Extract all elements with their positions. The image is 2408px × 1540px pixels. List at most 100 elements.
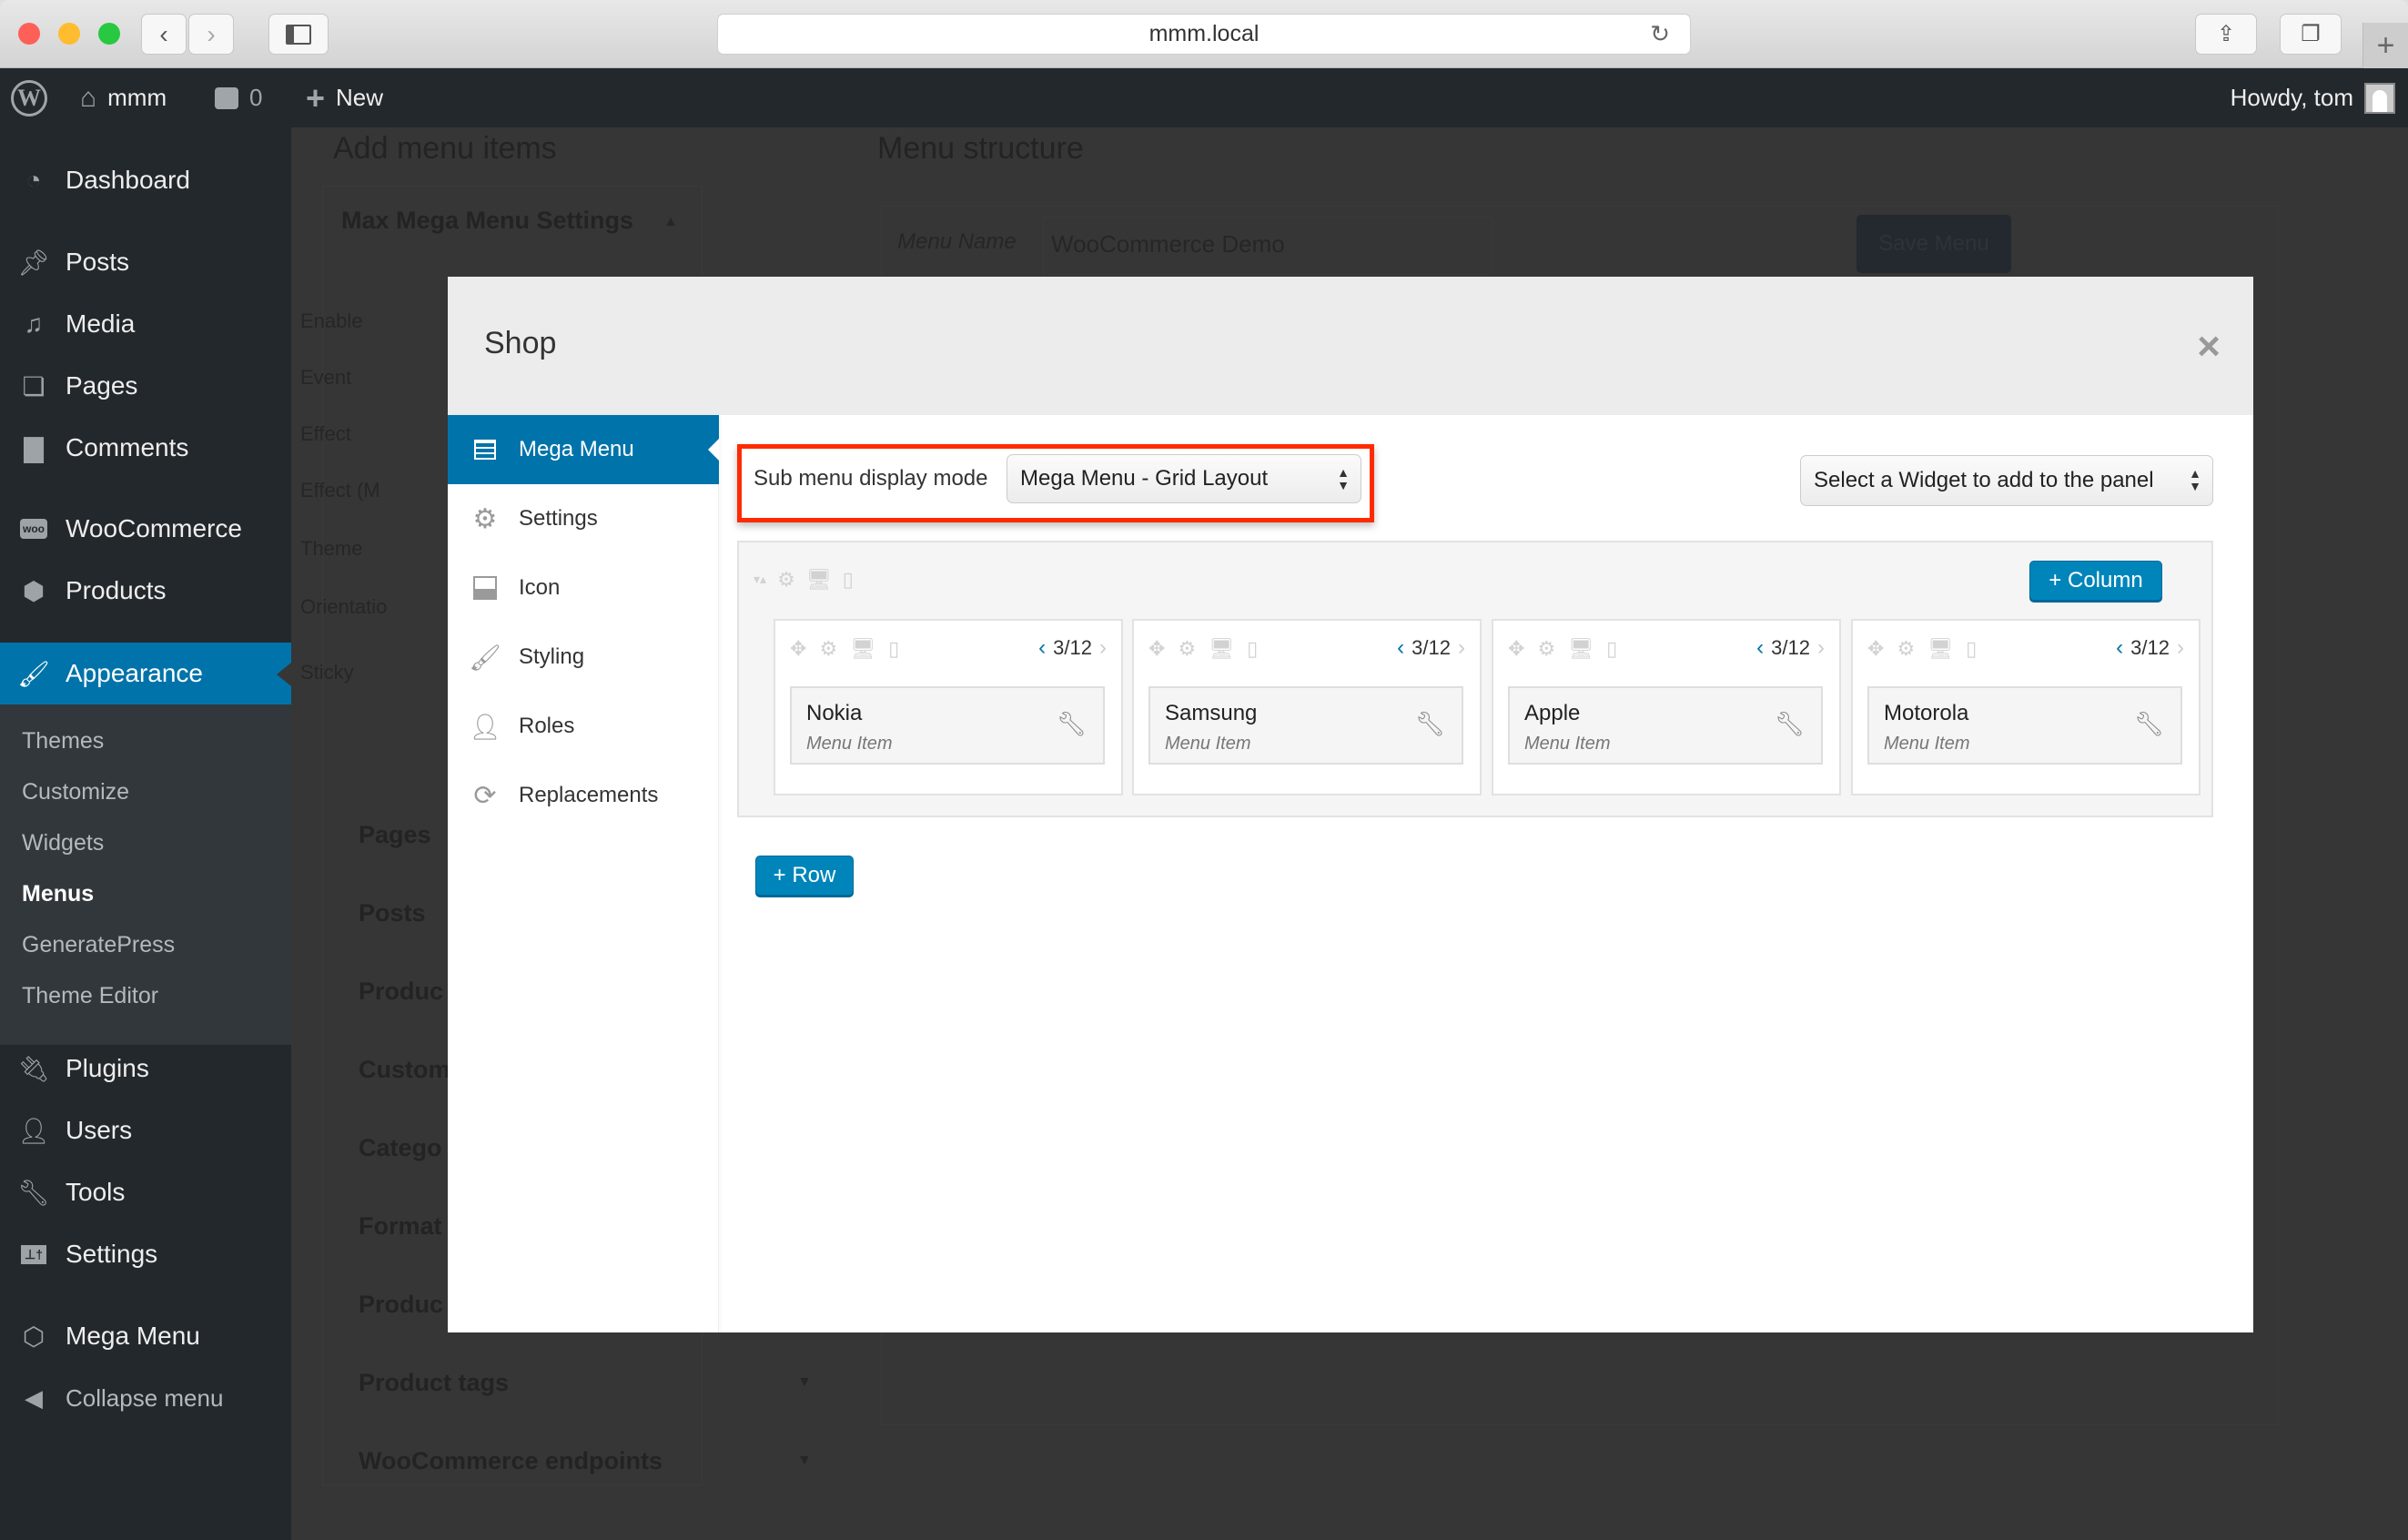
move-icon[interactable]: ✥ [1148, 637, 1165, 661]
submenu-item-customize[interactable]: Customize [22, 779, 129, 805]
wordpress-logo-button[interactable]: W [11, 68, 47, 127]
tab-icon[interactable]: Icon [448, 553, 719, 623]
save-menu-button[interactable]: Save Menu [1857, 215, 2011, 273]
desktop-icon[interactable]: 🖥︎ [1568, 637, 1594, 661]
sidebar-item-settings[interactable]: ⊥† Settings [0, 1227, 291, 1282]
wrench-icon[interactable]: 🔧︎ [1775, 710, 1805, 738]
expand-arrow-icon[interactable]: ▼ [797, 1374, 812, 1391]
media-icon: ♫ [24, 309, 44, 338]
tab-settings[interactable]: ⚙ Settings [448, 484, 719, 553]
mobile-icon[interactable]: ▯ [888, 637, 899, 661]
window-minimize-button[interactable] [58, 23, 80, 45]
sidebar-toggle-button[interactable] [268, 14, 329, 55]
sidebar-item-posts[interactable]: 📌︎ Posts [0, 235, 291, 289]
accordion-product-categories[interactable]: Produc [359, 1291, 443, 1319]
submenu-item-menus[interactable]: Menus [22, 881, 94, 907]
share-button[interactable]: ⇪ [2195, 14, 2257, 55]
move-icon[interactable]: ✥ [790, 637, 806, 661]
close-icon[interactable]: × [2197, 324, 2221, 370]
gear-icon[interactable]: ⚙ [1537, 637, 1555, 661]
wrench-icon[interactable]: 🔧︎ [1057, 710, 1087, 738]
accordion-custom-links[interactable]: Custom [359, 1056, 450, 1084]
tab-replacements[interactable]: ⟳ Replacements [448, 761, 719, 830]
comments-link[interactable]: 0 [215, 68, 262, 127]
sidebar-item-plugins[interactable]: 🔌︎ Plugins [0, 1041, 291, 1096]
increase-width-icon[interactable]: › [2177, 635, 2184, 661]
gear-icon[interactable]: ⚙ [1897, 637, 1915, 661]
gear-icon[interactable]: ⚙ [1178, 637, 1196, 661]
widget-select[interactable]: Select a Widget to add to the panel ▲ ▼ [1800, 455, 2213, 506]
accordion-categories[interactable]: Catego [359, 1134, 442, 1162]
add-column-button[interactable]: + Column [2029, 561, 2162, 601]
wrench-icon[interactable]: 🔧︎ [2134, 710, 2164, 738]
desktop-icon[interactable]: 🖥︎ [806, 568, 832, 592]
menu-item-card[interactable]: Samsung Menu Item 🔧︎ [1148, 686, 1463, 765]
collapse-toggle-icon[interactable]: ▾▴ [754, 568, 766, 592]
account-menu[interactable]: Howdy, tom [2231, 68, 2395, 127]
sidebar-item-media[interactable]: ♫ Media [0, 297, 291, 351]
gear-icon[interactable]: ⚙ [819, 637, 837, 661]
submenu-item-themes[interactable]: Themes [22, 728, 104, 755]
sidebar-item-users[interactable]: 👤︎ Users [0, 1103, 291, 1158]
collapse-arrow-icon[interactable]: ▲ [663, 214, 678, 230]
sidebar-item-mega-menu[interactable]: ⬡ Mega Menu [0, 1309, 291, 1363]
move-icon[interactable]: ✥ [1508, 637, 1524, 661]
mobile-icon[interactable]: ▯ [843, 568, 854, 592]
increase-width-icon[interactable]: › [1817, 635, 1825, 661]
decrease-width-icon[interactable]: ‹ [1038, 635, 1046, 661]
decrease-width-icon[interactable]: ‹ [1756, 635, 1764, 661]
move-icon[interactable]: ✥ [1867, 637, 1884, 661]
desktop-icon[interactable]: 🖥︎ [850, 637, 875, 661]
gear-icon[interactable]: ⚙ [777, 568, 795, 592]
settings-box-title[interactable]: Max Mega Menu Settings [341, 207, 633, 235]
plugin-icon: 🔌︎ [17, 1054, 50, 1083]
forward-button[interactable]: › [188, 14, 234, 55]
menu-item-card[interactable]: Motorola Menu Item 🔧︎ [1867, 686, 2182, 765]
mobile-icon[interactable]: ▯ [1247, 637, 1258, 661]
accordion-woocommerce-endpoints[interactable]: WooCommerce endpoints [359, 1447, 663, 1475]
display-mode-select[interactable]: Mega Menu - Grid Layout ▲ ▼ [1007, 454, 1361, 503]
submenu-item-widgets[interactable]: Widgets [22, 830, 104, 856]
accordion-pages[interactable]: Pages [359, 821, 431, 849]
mobile-icon[interactable]: ▯ [1966, 637, 1977, 661]
wrench-icon[interactable]: 🔧︎ [1415, 710, 1445, 738]
increase-width-icon[interactable]: › [1458, 635, 1465, 661]
sidebar-item-pages[interactable]: ❏ Pages [0, 359, 291, 413]
window-maximize-button[interactable] [98, 23, 120, 45]
menu-item-card[interactable]: Nokia Menu Item 🔧︎ [790, 686, 1105, 765]
accordion-formats[interactable]: Format [359, 1212, 442, 1241]
decrease-width-icon[interactable]: ‹ [2116, 635, 2123, 661]
sidebar-item-products[interactable]: ⬢ Products [0, 563, 291, 618]
mobile-icon[interactable]: ▯ [1606, 637, 1617, 661]
submenu-item-generatepress[interactable]: GeneratePress [22, 932, 175, 958]
desktop-icon[interactable]: 🖥︎ [1927, 637, 1953, 661]
add-row-button[interactable]: + Row [755, 856, 854, 896]
new-tab-button[interactable]: + [2362, 23, 2408, 68]
decrease-width-icon[interactable]: ‹ [1397, 635, 1404, 661]
sidebar-item-appearance[interactable]: 🖌︎ Appearance [0, 643, 291, 704]
desktop-icon[interactable]: 🖥︎ [1209, 637, 1234, 661]
sidebar-item-tools[interactable]: 🔧︎ Tools [0, 1165, 291, 1220]
address-bar[interactable]: mmm.local ↻ [717, 14, 1691, 55]
sidebar-item-woocommerce[interactable]: woo WooCommerce [0, 502, 291, 556]
tab-mega-menu[interactable]: Mega Menu [448, 415, 719, 484]
tab-roles[interactable]: 👤︎ Roles [448, 692, 719, 761]
window-close-button[interactable] [18, 23, 40, 45]
site-name-link[interactable]: ⌂ mmm [80, 68, 167, 127]
submenu-item-theme-editor[interactable]: Theme Editor [22, 983, 158, 1009]
collapse-menu-button[interactable]: ◀ Collapse menu [0, 1371, 291, 1425]
sidebar-item-comments[interactable]: ▇ Comments [0, 420, 291, 475]
accordion-posts[interactable]: Posts [359, 899, 426, 927]
tab-styling[interactable]: 🖌︎ Styling [448, 623, 719, 692]
accordion-products[interactable]: Produc [359, 978, 443, 1006]
accordion-product-tags[interactable]: Product tags [359, 1369, 509, 1397]
tabs-overview-button[interactable]: ❐ [2280, 14, 2342, 55]
increase-width-icon[interactable]: › [1099, 635, 1107, 661]
sidebar-item-dashboard[interactable]: ◔ Dashboard [0, 153, 291, 208]
new-content-link[interactable]: + New [306, 68, 383, 127]
menu-item-card[interactable]: Apple Menu Item 🔧︎ [1508, 686, 1823, 765]
back-button[interactable]: ‹ [141, 14, 187, 55]
menu-name-input[interactable]: WooCommerce Demo [1043, 217, 1492, 275]
expand-arrow-icon[interactable]: ▼ [797, 1453, 812, 1469]
reload-icon[interactable]: ↻ [1650, 20, 1670, 48]
